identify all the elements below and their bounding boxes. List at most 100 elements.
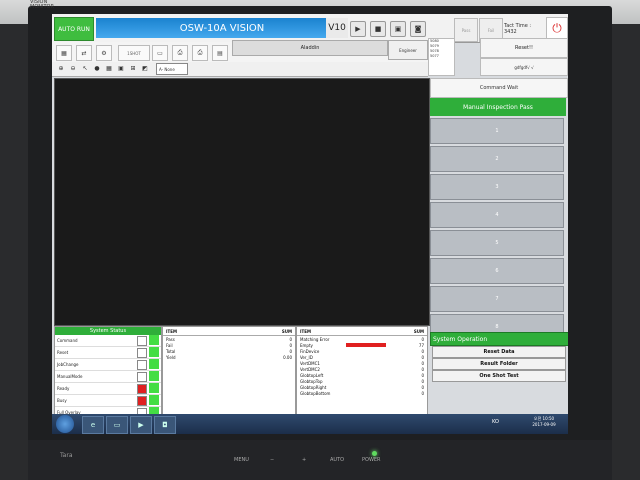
status-label: Ready [57, 386, 70, 391]
row-sum: 0 [289, 336, 292, 342]
screen-icon[interactable]: ▤ [212, 45, 228, 61]
row-item: Ver_ID [300, 354, 313, 360]
row-item: Total [166, 348, 176, 354]
system-operation-title: System Operation [433, 335, 488, 343]
monitor-brand: Tara [60, 452, 73, 459]
row-sum: 0 [289, 348, 292, 354]
gear-icon[interactable]: ⚙ [96, 45, 112, 61]
slot-button[interactable]: 6 [430, 258, 564, 284]
grid-icon[interactable]: ▦ [104, 63, 114, 73]
result-table: ITEM SUM Matching Error 0 Empty 77 FinDevic… [296, 326, 428, 416]
power-icon[interactable]: ⏻ [546, 17, 568, 39]
start-button-icon[interactable] [56, 415, 74, 433]
row-sum: 0 [421, 354, 424, 360]
camera-image-view[interactable] [54, 78, 430, 326]
row-item: Matching Error [300, 336, 330, 342]
clock-date: 2017-09-09 [532, 422, 556, 427]
monitor-label: VISION MONITOR [30, 0, 54, 10]
pointer-icon[interactable]: ↖ [80, 63, 90, 73]
row-sum: 0 [421, 360, 424, 366]
column-item: ITEM [300, 328, 311, 334]
system-status-title: System Status [55, 327, 161, 335]
status-checkbox[interactable] [137, 336, 147, 346]
monitor-menu-button[interactable]: MENU [234, 457, 249, 463]
row-item: Pass [166, 336, 175, 342]
print-icon[interactable]: ⎙ [172, 45, 188, 61]
engineer-label: Engineer [399, 47, 417, 53]
zoom-out-icon[interactable]: ⊖ [68, 63, 78, 73]
status-checkbox[interactable] [137, 384, 147, 394]
column-sum: SUM [281, 328, 292, 334]
capture-icon[interactable]: ▭ [152, 45, 168, 61]
monitor-auto-button[interactable]: AUTO [330, 457, 344, 463]
status-row: Command [55, 335, 161, 347]
row-item: Empty [300, 342, 313, 348]
play-icon[interactable]: ▶ [350, 21, 366, 37]
status-row: Reset [55, 347, 161, 359]
ruler-icon[interactable]: ◩ [140, 63, 150, 73]
row-sum: 0 [421, 378, 424, 384]
camera-icon[interactable]: ◙ [410, 21, 426, 37]
engineer-button[interactable]: Engineer [388, 40, 428, 60]
monitor-bezel-bottom [28, 440, 612, 480]
row-item: FinDevice [300, 348, 320, 354]
folder-icon[interactable]: ▭ [106, 416, 128, 434]
status-checkbox[interactable] [137, 348, 147, 358]
language-indicator[interactable]: KO [492, 419, 499, 425]
row-sum: 0 [421, 384, 424, 390]
row-item: VertDMC2 [300, 366, 320, 372]
one-shot-test-button[interactable]: One Shot Test [432, 370, 566, 382]
circle-icon[interactable]: ● [92, 63, 102, 73]
zoom-select[interactable]: A- None [156, 63, 188, 75]
status-light [149, 335, 159, 345]
row-item: Fail [166, 342, 173, 348]
slot-button[interactable]: 1 [430, 118, 564, 144]
media-player-icon[interactable]: ▶ [130, 416, 152, 434]
one-shot-button[interactable]: 1SHOT [118, 45, 150, 61]
status-light [149, 359, 159, 369]
monitor-settings-icon[interactable]: ▣ [390, 21, 406, 37]
gauge-readout: gdfgdf√ √ [480, 58, 568, 76]
slot-button[interactable]: 5 [430, 230, 564, 256]
reset-button[interactable]: Reset!! [480, 38, 568, 58]
manual-inspection-pass-button[interactable]: Manual Inspection Pass [430, 98, 566, 116]
slot-button[interactable]: 2 [430, 146, 564, 172]
monitor-plus-button[interactable]: + [302, 457, 306, 463]
save-icon[interactable]: ▣ [116, 63, 126, 73]
table-row: Yield 0.00 [163, 354, 295, 360]
status-checkbox[interactable] [137, 360, 147, 370]
status-label: JobChange [57, 362, 79, 367]
count-table: ITEM SUM Pass 0 Fail 0 Total 0 Yield 0.00 [162, 326, 296, 416]
internet-explorer-icon[interactable]: e [82, 416, 104, 434]
view-toolbar: ⊕ ⊖ ↖ ● ▦ ▣ ⊞ ◩ A- None [52, 62, 428, 77]
reset-data-button[interactable]: Reset Data [432, 346, 566, 358]
tact-time: Tact Time : 3432 [504, 23, 532, 35]
slot-button[interactable]: 3 [430, 174, 564, 200]
table-header: ITEM SUM [163, 327, 295, 336]
status-checkbox[interactable] [137, 396, 147, 406]
command-status: Command Wait [430, 78, 568, 98]
app-title: OSW-10A VISION [96, 18, 348, 38]
row-sum: 0 [421, 366, 424, 372]
slot-button[interactable]: 4 [430, 202, 564, 228]
row-item: GlobtopRight [300, 384, 327, 390]
open-icon[interactable]: ⇄ [76, 45, 92, 61]
status-checkbox[interactable] [137, 372, 147, 382]
result-folder-button[interactable]: Result Folder [432, 358, 566, 370]
stop-icon[interactable]: ■ [370, 21, 386, 37]
printer-icon[interactable]: ⎙ [192, 45, 208, 61]
crosshair-icon[interactable]: ⊞ [128, 63, 138, 73]
slot-button[interactable]: 7 [430, 286, 564, 312]
vision-app-icon[interactable]: ◘ [154, 416, 176, 434]
status-row: Busy [55, 395, 161, 407]
screen: AUTO RUN OSW-10A VISION V10 ▶ ■ ▣ ◙ Pass… [52, 14, 568, 434]
image-icon[interactable]: ▦ [56, 45, 72, 61]
monitor-minus-button[interactable]: − [270, 457, 274, 463]
auto-run-indicator[interactable]: AUTO RUN [54, 17, 94, 41]
zoom-in-icon[interactable]: ⊕ [56, 63, 66, 73]
pass-indicator: Pass [454, 18, 478, 42]
clock[interactable]: 오전 10:50 2017-09-09 [522, 416, 566, 432]
system-status-panel: System Status Command Reset JobChange Ma… [54, 326, 162, 419]
status-row: ManualMode [55, 371, 161, 383]
monitor-power-button[interactable]: POWER [362, 457, 381, 463]
